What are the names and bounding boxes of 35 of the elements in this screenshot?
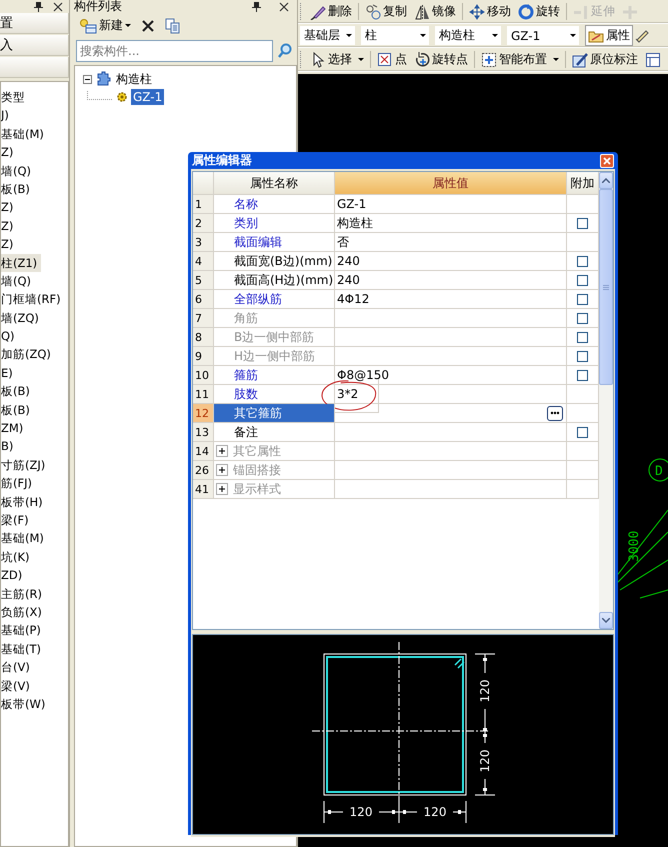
row-number: 12 (193, 404, 214, 423)
row-number: 2 (193, 214, 214, 233)
value-text: 3*2 (337, 387, 358, 401)
row-number: 7 (193, 309, 214, 328)
row-number: 26 (193, 461, 214, 480)
row-number: 8 (193, 328, 214, 347)
property-group-name: 锚固搭接 (233, 462, 281, 478)
value-text: 240 (337, 254, 360, 268)
dimension-label: 120 (478, 680, 492, 702)
row-number: 11 (193, 385, 214, 404)
row-number: 14 (193, 442, 214, 461)
value-text: 构造柱 (337, 214, 373, 232)
value-text: 4Φ12 (337, 292, 370, 306)
property-group-name: 其它属性 (233, 442, 281, 460)
row-number: 6 (193, 290, 214, 309)
row-number: 13 (193, 423, 214, 442)
axis-label: D (655, 464, 663, 479)
value-text: Φ8@150 (337, 368, 389, 382)
value-text: 240 (337, 273, 360, 287)
property-group-name: 显示样式 (233, 480, 281, 498)
dimension-label: 120 (350, 805, 372, 819)
value-text: GZ-1 (337, 197, 366, 211)
row-number: 5 (193, 271, 214, 290)
panel-title: 构件列表 (74, 0, 123, 13)
dimension-label: 3000 (627, 530, 642, 562)
row-number: 1 (193, 195, 214, 214)
row-number: 4 (193, 252, 214, 271)
dimension-label: 120 (478, 750, 492, 772)
dialog-title: 属性编辑器 (192, 152, 252, 169)
row-number: 10 (193, 366, 214, 385)
row-number: 41 (193, 480, 214, 499)
dimension-label: 120 (424, 805, 446, 819)
value-text: 否 (337, 234, 349, 250)
row-number: 9 (193, 347, 214, 366)
row-number: 3 (193, 233, 214, 252)
